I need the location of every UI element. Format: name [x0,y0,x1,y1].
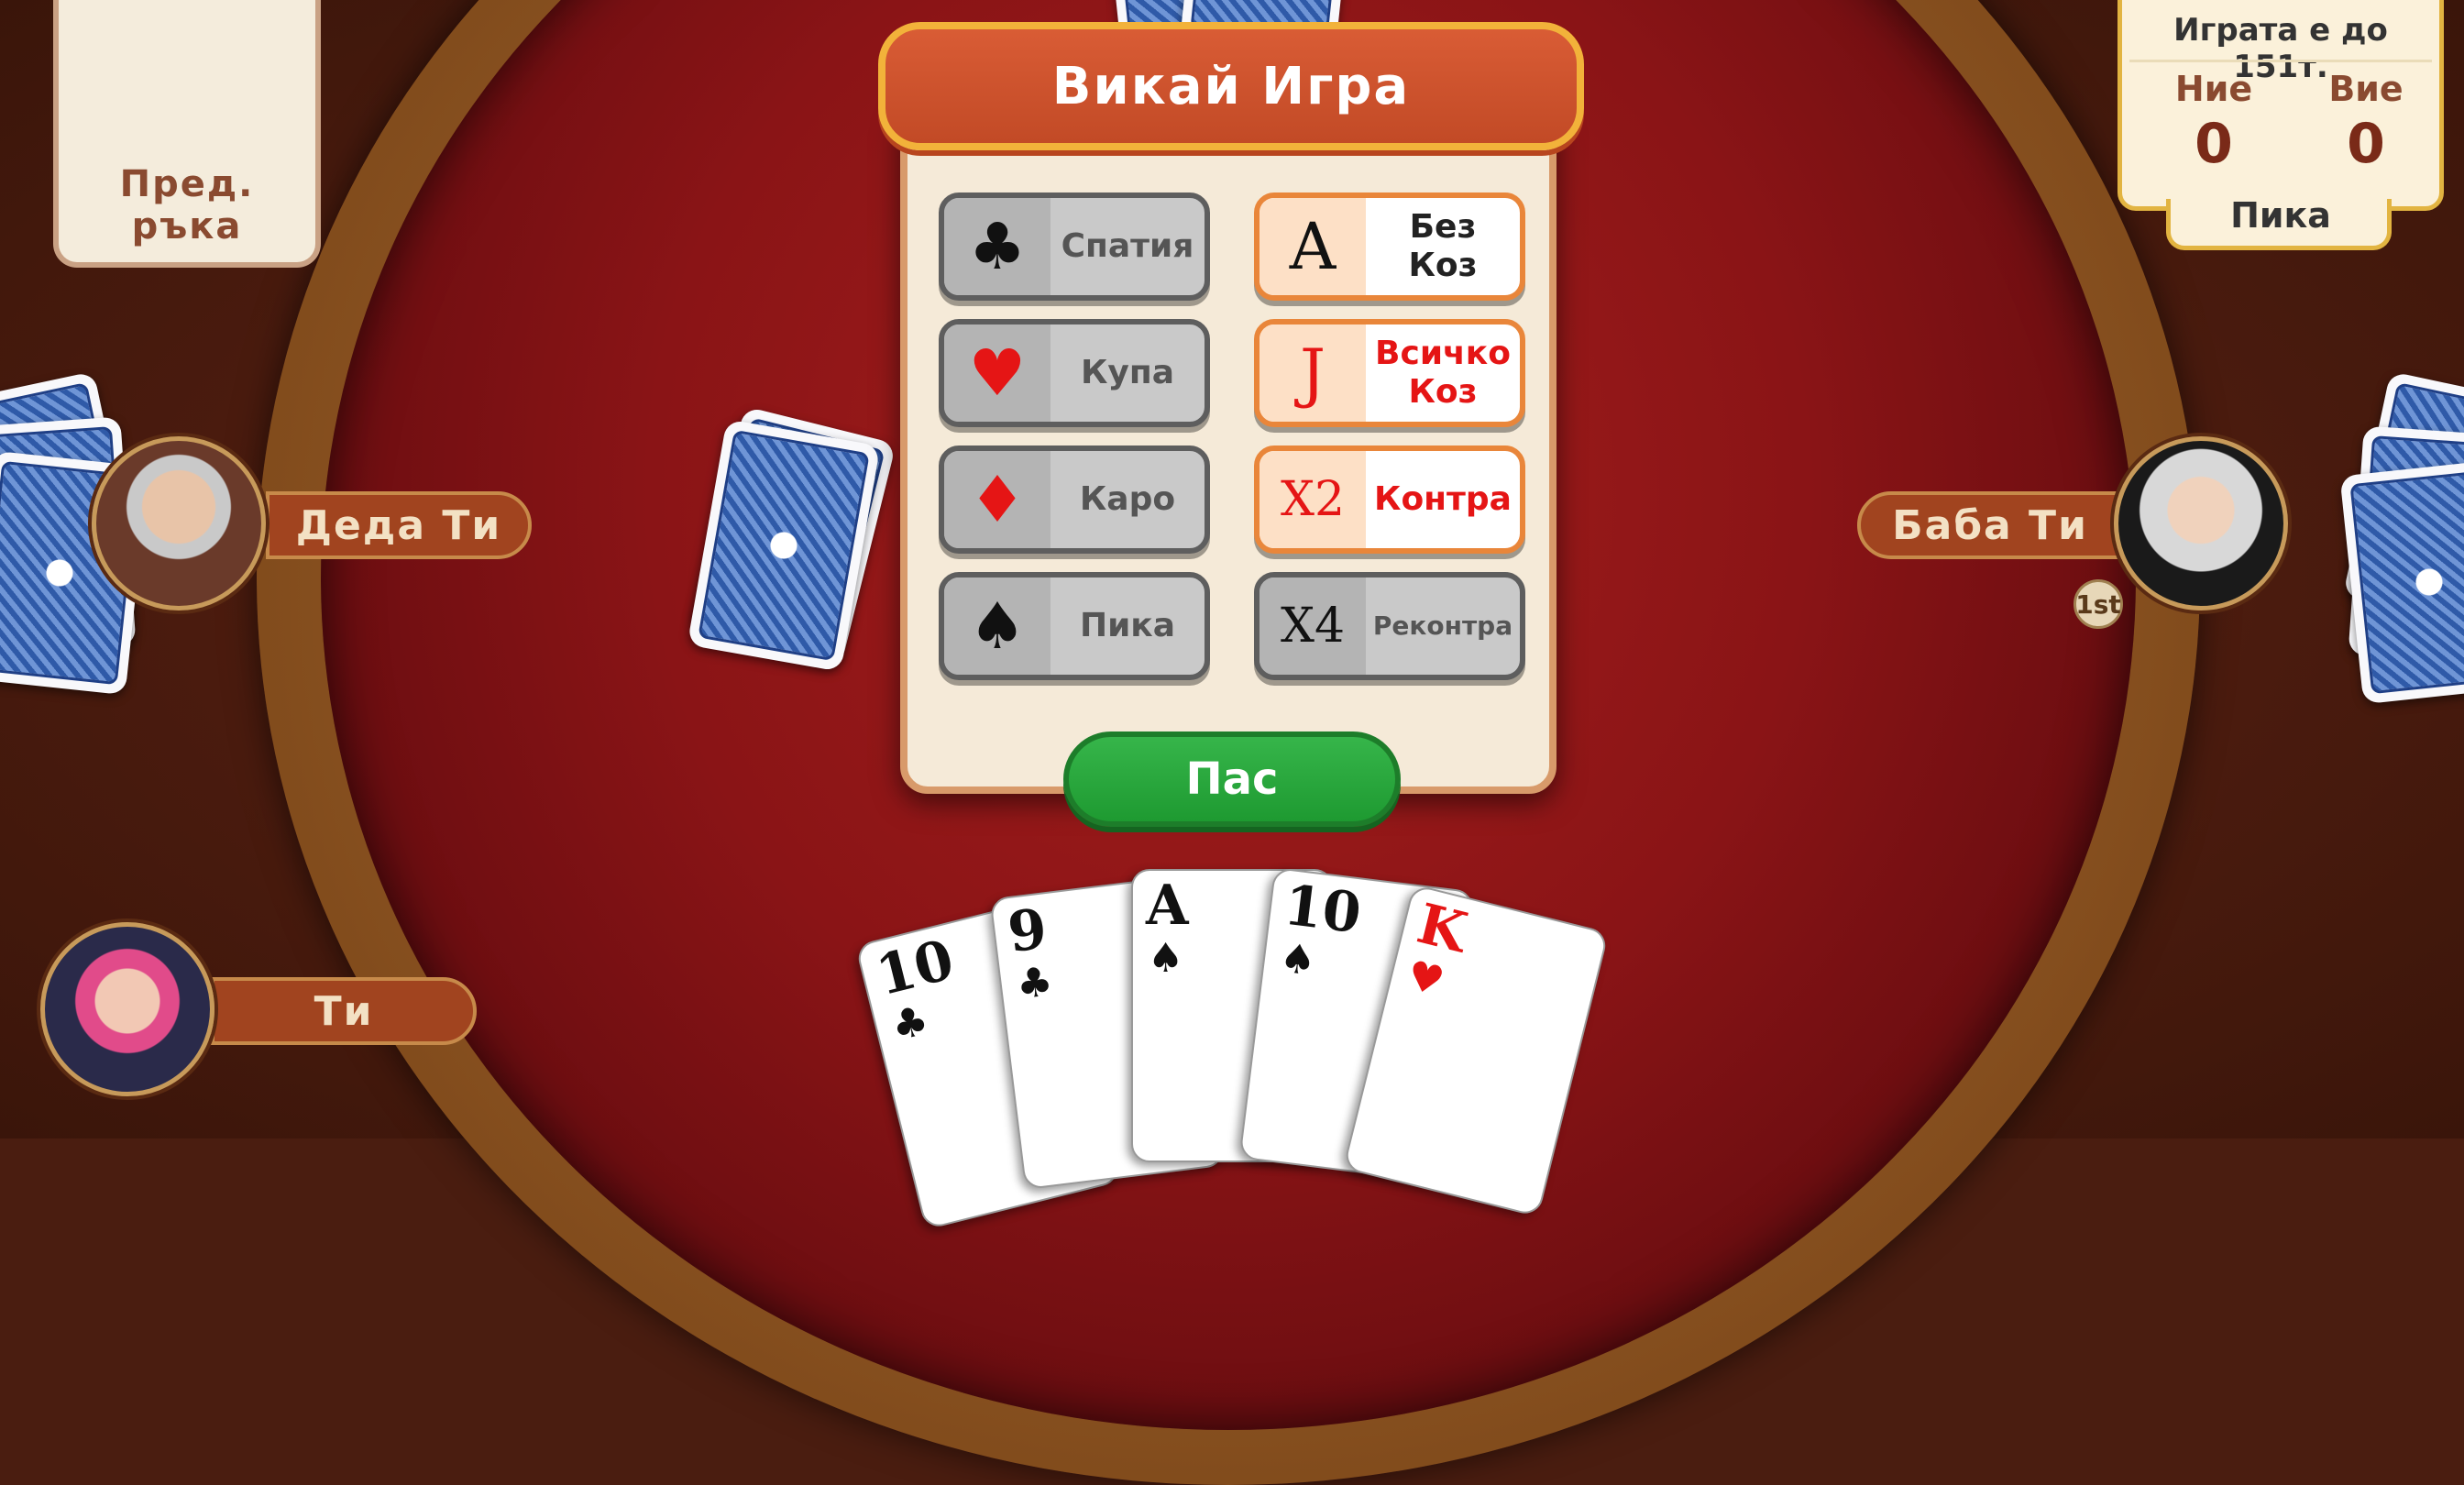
card-rank: 10 [1281,873,1365,947]
previous-hand-label: Пред. ръка [119,163,255,248]
spade-icon: ♠ [944,578,1050,675]
double-button[interactable]: X2 Контра [1254,446,1525,554]
spade-icon: ♠ [1277,934,1319,985]
right-player-name: Баба Ти [1892,501,2088,549]
club-icon: ♣ [886,996,934,1051]
redouble-label: Реконтра [1372,610,1513,641]
left-player-name: Деда Ти [295,501,502,549]
their-score: 0 [2347,112,2385,176]
score-panel: Играта е до 151т. Ние 0 Вие 0 Пика [2118,0,2444,250]
card-rank: A [1146,874,1189,938]
bid-clubs-label: Спатия [1061,227,1194,265]
their-score-column: Вие 0 [2293,69,2439,179]
spade-icon: ♠ [1148,935,1184,982]
heart-icon: ♥ [1402,952,1449,1006]
bid-no-trumps-label: Без Коз [1408,208,1478,284]
redouble-button[interactable]: X4 Реконтра [1254,572,1525,680]
bid-clubs-button[interactable]: ♣ Спатия [939,192,1210,301]
pass-button[interactable]: Пас [1063,732,1401,827]
card-rank: 10 [870,928,961,1009]
my-avatar[interactable] [40,922,214,1096]
previous-hand-panel[interactable]: Пред. ръка [53,0,321,268]
bid-all-trumps-button[interactable]: J Всичко Коз [1254,319,1525,427]
bid-diamonds-button[interactable]: ♦ Каро [939,446,1210,554]
score-divider [2129,60,2432,62]
club-icon: ♣ [1013,958,1056,1009]
club-icon: ♣ [944,198,1050,295]
first-player-badge: 1st [2074,579,2123,629]
right-player-namebar: Баба Ти [1857,491,2123,559]
bid-spades-button[interactable]: ♠ Пика [939,572,1210,680]
x2-icon: X2 [1260,451,1366,548]
their-label: Вие [2328,69,2404,109]
left-player-avatar[interactable] [92,436,266,610]
my-name: Ти [314,987,374,1035]
our-score: 0 [2194,112,2233,176]
jack-icon: J [1260,324,1366,422]
bid-diamonds-label: Каро [1079,480,1176,518]
my-namebar: Ти [211,977,477,1045]
our-label: Ние [2174,69,2253,109]
trump-label: Пика [2230,195,2331,236]
double-label: Контра [1374,480,1512,518]
card-rank: K [1411,891,1473,966]
bid-no-trumps-button[interactable]: A Без Коз [1254,192,1525,301]
bid-hearts-button[interactable]: ♥ Купа [939,319,1210,427]
card-rank: 9 [1004,896,1050,966]
bid-all-trumps-label: Всичко Коз [1375,335,1511,411]
right-player-avatar[interactable] [2114,436,2288,610]
heart-icon: ♥ [944,324,1050,422]
our-score-column: Ние 0 [2140,69,2287,179]
bid-dialog-title: Викай Игра [878,22,1584,150]
x4-icon: X4 [1260,578,1366,675]
bid-hearts-label: Купа [1080,354,1175,391]
diamond-icon: ♦ [944,451,1050,548]
bid-spades-label: Пика [1079,607,1176,644]
ace-icon: A [1260,198,1366,295]
left-player-namebar: Деда Ти [266,491,532,559]
